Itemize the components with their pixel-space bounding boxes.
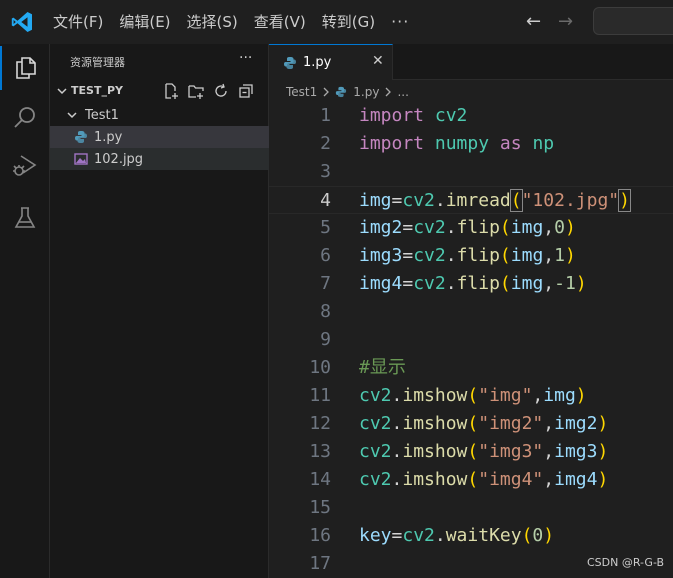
python-file-icon [284, 57, 296, 69]
explorer-sidebar: 资源管理器 ··· TEST_PY Test1 1.py 102.jpg [50, 44, 269, 578]
breadcrumb-symbol[interactable]: ... [397, 85, 408, 99]
code-line[interactable]: 4 img=cv2.imread("102.jpg") [269, 186, 673, 214]
code-line[interactable]: 7 img4=cv2.flip(img,-1) [269, 270, 673, 298]
menu-selection[interactable]: 选择(S) [179, 0, 246, 44]
breadcrumb-file[interactable]: 1.py [353, 85, 379, 99]
line-number: 9 [320, 329, 331, 350]
workspace-folder-name: TEST_PY [71, 84, 123, 97]
workspace-folder-header[interactable]: TEST_PY [50, 80, 269, 102]
search-icon[interactable] [0, 96, 50, 140]
line-number: 2 [320, 133, 331, 154]
code-line[interactable]: 13 cv2.imshow("img3",img3) [269, 438, 673, 466]
line-number: 8 [320, 301, 331, 322]
collapse-all-icon[interactable] [237, 82, 255, 100]
code-line[interactable]: 5 img2=cv2.flip(img,0) [269, 214, 673, 242]
python-file-icon [336, 86, 347, 98]
code-text: key=cv2.waitKey(0) [359, 525, 555, 546]
line-number: 1 [320, 105, 331, 126]
code-text: img2=cv2.flip(img,0) [359, 217, 576, 238]
line-number: 11 [309, 385, 331, 406]
code-text: cv2.imshow("img3",img3) [359, 441, 609, 462]
code-text: import cv2 [359, 105, 468, 126]
code-line[interactable]: 11 cv2.imshow("img",img) [269, 382, 673, 410]
editor-area: 1.py ✕ Test1 1.py ... 1 import cv2 2 import… [269, 44, 673, 578]
line-number: 12 [309, 413, 331, 434]
activity-bar [0, 44, 50, 578]
line-number: 14 [309, 469, 331, 490]
title-bar: 文件(F) 编辑(E) 选择(S) 查看(V) 转到(G) ··· ← → [0, 0, 673, 44]
explorer-icon[interactable] [0, 46, 50, 90]
chevron-down-icon [67, 112, 77, 119]
line-number: 5 [320, 217, 331, 238]
line-number: 15 [309, 497, 331, 518]
watermark: CSDN @R-G-B [587, 556, 665, 569]
chevron-right-icon [385, 87, 392, 97]
tab-1py[interactable]: 1.py ✕ [269, 44, 393, 80]
chevron-right-icon [323, 87, 330, 97]
breadcrumb: Test1 1.py ... [286, 84, 409, 100]
line-number: 13 [309, 441, 331, 462]
command-center-search[interactable] [593, 7, 673, 35]
code-text: img3=cv2.flip(img,1) [359, 245, 576, 266]
code-text: img=cv2.imread("102.jpg") [359, 189, 631, 212]
code-text: cv2.imshow("img",img) [359, 385, 587, 406]
line-number: 16 [309, 525, 331, 546]
menu-view[interactable]: 查看(V) [246, 0, 314, 44]
close-icon[interactable]: ✕ [372, 53, 384, 69]
menu-go[interactable]: 转到(G) [314, 0, 383, 44]
refresh-icon[interactable] [212, 82, 230, 100]
back-arrow-icon[interactable]: ← [526, 11, 541, 32]
code-line[interactable]: 3 [269, 158, 673, 186]
tab-label: 1.py [303, 55, 332, 70]
tree-file-label: 102.jpg [94, 152, 144, 167]
forward-arrow-icon[interactable]: → [558, 11, 573, 32]
code-line[interactable]: 2 import numpy as np [269, 130, 673, 158]
code-line[interactable]: 1 import cv2 [269, 102, 673, 130]
explorer-actions [162, 82, 255, 100]
code-line[interactable]: 8 [269, 298, 673, 326]
code-text: cv2.imshow("img2",img2) [359, 413, 609, 434]
tree-folder-test1[interactable]: Test1 [50, 104, 269, 126]
code-line[interactable]: 10 #显示 [269, 354, 673, 382]
testing-flask-icon[interactable] [0, 196, 50, 240]
tree-folder-label: Test1 [85, 108, 119, 123]
line-number: 10 [309, 357, 331, 378]
code-text: import numpy as np [359, 133, 555, 154]
code-line[interactable]: 15 [269, 494, 673, 522]
code-line[interactable]: 9 [269, 326, 673, 354]
code-text: cv2.imshow("img4",img4) [359, 469, 609, 490]
tree-file-102jpg[interactable]: 102.jpg [50, 148, 269, 170]
chevron-down-icon [57, 88, 67, 95]
breadcrumb-folder[interactable]: Test1 [286, 85, 317, 99]
line-number: 6 [320, 245, 331, 266]
run-and-debug-icon[interactable] [0, 144, 50, 188]
line-number: 17 [309, 553, 331, 574]
code-line[interactable]: 16 key=cv2.waitKey(0) [269, 522, 673, 550]
explorer-title: 资源管理器 [70, 56, 125, 69]
menu-bar: 文件(F) 编辑(E) 选择(S) 查看(V) 转到(G) ··· [45, 0, 417, 44]
image-file-icon [74, 153, 88, 165]
line-number: 7 [320, 273, 331, 294]
menu-file[interactable]: 文件(F) [45, 0, 111, 44]
code-text: img4=cv2.flip(img,-1) [359, 273, 587, 294]
code-line[interactable]: 14 cv2.imshow("img4",img4) [269, 466, 673, 494]
code-line[interactable]: 12 cv2.imshow("img2",img2) [269, 410, 673, 438]
menu-edit[interactable]: 编辑(E) [111, 0, 178, 44]
new-folder-icon[interactable] [187, 82, 205, 100]
python-file-icon [75, 131, 87, 143]
code-line[interactable]: 6 img3=cv2.flip(img,1) [269, 242, 673, 270]
line-number: 4 [320, 190, 331, 211]
tree-file-label: 1.py [94, 130, 123, 145]
vscode-logo-icon[interactable] [10, 10, 34, 34]
code-text: #显示 [359, 357, 406, 378]
tree-file-1py[interactable]: 1.py [50, 126, 269, 148]
new-file-icon[interactable] [162, 82, 180, 100]
menu-more-icon[interactable]: ··· [383, 0, 417, 44]
tab-bar: 1.py ✕ [269, 44, 673, 80]
more-actions-icon[interactable]: ··· [239, 50, 252, 66]
line-number: 3 [320, 161, 331, 182]
